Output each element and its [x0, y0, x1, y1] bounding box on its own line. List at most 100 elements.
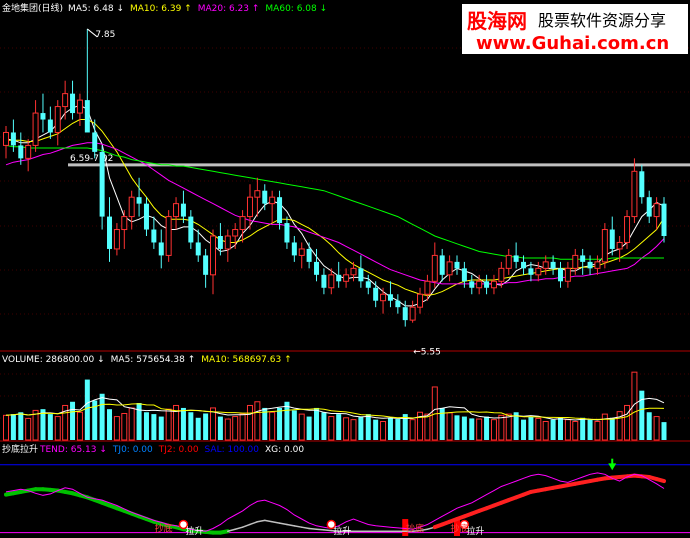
signal-label: 拉升	[333, 525, 351, 537]
candle-body	[203, 255, 209, 275]
volume-bar	[143, 412, 149, 440]
trend-band-segment	[271, 521, 281, 524]
candle-body	[409, 306, 416, 321]
candle-body	[343, 274, 350, 282]
trend-band-segment	[234, 526, 244, 530]
candle-body	[513, 255, 519, 262]
candle-body	[528, 268, 534, 275]
candle-body	[550, 261, 556, 269]
candle-body	[521, 261, 527, 269]
volume-bar	[624, 404, 631, 441]
volume-bar	[646, 412, 652, 440]
volume-bar	[262, 407, 268, 440]
indicator-header: 抄底拉升 TEND: 65.13 ↓ TJ0: 0.00 TJ2: 0.00 SAL:…	[2, 443, 304, 455]
volume-bar	[232, 416, 239, 441]
candle-body	[572, 254, 579, 269]
volume-bar	[165, 408, 172, 441]
trend-band-segment	[249, 521, 259, 526]
candle-body	[217, 236, 223, 249]
volume-bar	[158, 416, 164, 440]
volume-bar	[239, 413, 246, 441]
candle-body	[380, 293, 387, 302]
volume-bar	[217, 416, 223, 440]
volume-bar	[277, 407, 283, 440]
volume-bar	[113, 416, 120, 441]
volume-bar	[3, 414, 9, 441]
candle-body	[661, 203, 667, 236]
candle-body	[439, 255, 445, 275]
volume-bar	[528, 416, 534, 440]
candle-body	[158, 242, 164, 256]
bottom-label: 抄底	[406, 522, 424, 534]
volume-bar	[188, 412, 194, 440]
volume-bar	[70, 401, 76, 440]
indicator-title: 抄底拉升	[2, 443, 38, 455]
volume-bar	[269, 411, 276, 441]
volume-bar	[128, 407, 135, 441]
candle-body	[336, 274, 342, 282]
candle-body	[151, 229, 157, 243]
candle-body	[498, 267, 505, 282]
volume-bar	[380, 421, 387, 441]
candle-body	[631, 170, 638, 218]
volume-bar	[47, 414, 53, 440]
volume-bar	[535, 417, 542, 441]
trend-band-segment	[264, 519, 273, 523]
volume-bar	[395, 419, 401, 440]
indicator-volume-value: VOLUME: 286800.00 ↓	[2, 355, 105, 365]
stock-chart: 6.59-7.027.85←5.55 拉升 拉升 拉升抄底 抄底 抄底 金地集团(日线)…	[0, 2, 690, 537]
volume-bar	[587, 419, 593, 440]
price-title: 金地集团(日线)	[2, 2, 63, 14]
candle-body	[25, 144, 32, 159]
price-panel: 6.59-7.02 7.85 ←5.55	[3, 28, 690, 358]
candle-body	[232, 229, 239, 237]
candle-body	[188, 216, 194, 243]
watermark: 股海网 股票软件资源分享 www.Guhai.com.cn	[462, 4, 688, 54]
candle-body	[306, 248, 312, 262]
candle-body	[40, 113, 46, 120]
candle-body	[62, 93, 69, 108]
trend-band-segment	[323, 529, 333, 532]
volume-bar	[343, 417, 350, 441]
watermark-url: www.Guhai.com.cn	[476, 33, 669, 54]
candle-body	[239, 216, 246, 231]
trend-band-segment	[278, 522, 288, 526]
indicator-xg-value: XG: 0.00	[265, 445, 304, 455]
candle-body	[277, 197, 283, 224]
vol-ma10-line	[5, 403, 665, 420]
volume-bar	[121, 412, 128, 441]
volume-bar	[469, 418, 475, 440]
volume-bar	[490, 419, 497, 441]
low-label: ←5.55	[413, 348, 441, 358]
volume-bar	[246, 404, 253, 441]
candle-body	[417, 293, 424, 308]
candle-body	[387, 294, 393, 301]
candle-body	[76, 99, 83, 114]
candle-body	[446, 261, 453, 276]
volume-bar	[321, 412, 327, 440]
indicator-ma5-value: MA5: 6.48 ↓	[68, 4, 124, 14]
volume-bar	[564, 419, 571, 441]
volume-panel	[3, 371, 667, 441]
volume-bar	[498, 414, 505, 441]
candle-body	[646, 197, 652, 217]
candle-body	[469, 281, 475, 288]
volume-bar	[291, 410, 297, 440]
volume-bar	[54, 416, 61, 441]
candle-body	[84, 100, 90, 133]
signal-label: 拉升	[185, 525, 203, 537]
volume-bar	[409, 419, 416, 441]
volume-bar	[328, 416, 335, 441]
indicator-tj2-value: TJ2: 0.00	[158, 445, 199, 455]
trend-band-segment	[654, 477, 666, 484]
candle-body	[70, 93, 76, 114]
candle-body	[3, 131, 9, 146]
candle-body	[54, 106, 61, 133]
indicator-ma10-value: MA10: 568697.63 ↑	[201, 355, 291, 365]
trend-band-segment	[218, 529, 230, 535]
candle-body	[639, 171, 645, 198]
candle-body	[580, 255, 586, 262]
candle-body	[195, 242, 201, 256]
candle-body	[10, 132, 16, 146]
volume-bar	[306, 416, 312, 440]
